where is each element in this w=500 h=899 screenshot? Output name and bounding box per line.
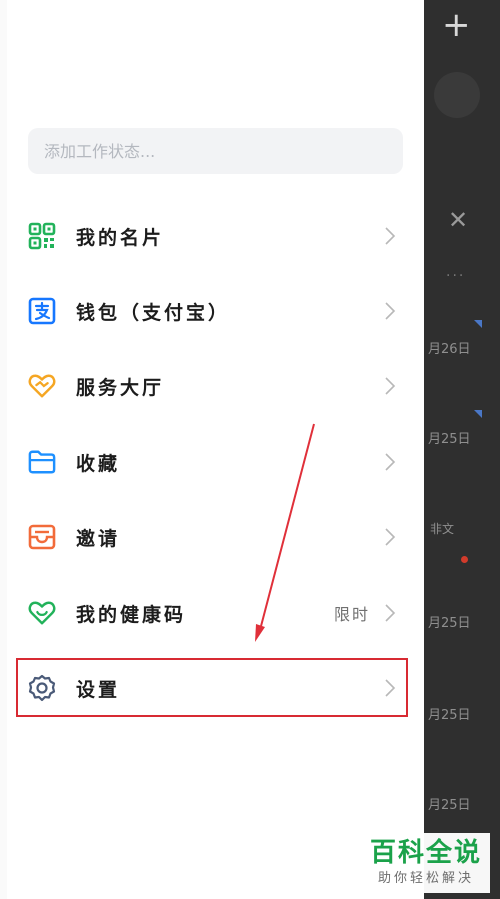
- menu-label: 钱包（支付宝）: [76, 301, 231, 324]
- watermark-title: 百科全说: [369, 838, 482, 868]
- qr-code-icon: [28, 222, 56, 250]
- menu-item-service-hall[interactable]: 服务大厅: [18, 358, 408, 414]
- background-search-pill: [434, 72, 480, 118]
- chevron-right-icon: [385, 377, 396, 395]
- background-date: 月25日: [428, 616, 471, 631]
- unread-dot-icon: [461, 556, 468, 563]
- work-status-input[interactable]: [28, 128, 403, 174]
- background-date: 月25日: [428, 432, 471, 447]
- health-heart-icon: [28, 599, 56, 627]
- menu-label: 邀请: [76, 527, 121, 550]
- menu-item-health-code[interactable]: 我的健康码 限时: [18, 585, 408, 641]
- chevron-right-icon: [385, 302, 396, 320]
- menu-item-favorites[interactable]: 收藏: [18, 434, 408, 490]
- menu-item-business-card[interactable]: 我的名片: [18, 208, 408, 264]
- site-watermark: 百科全说 助你轻松解决: [362, 833, 490, 893]
- chevron-right-icon: [385, 528, 396, 546]
- settings-highlight-box: [16, 658, 408, 717]
- corner-marker-icon: [474, 320, 482, 328]
- corner-marker-icon: [474, 410, 482, 418]
- inbox-icon: [28, 523, 56, 551]
- chevron-right-icon: [385, 604, 396, 622]
- chevron-right-icon: [385, 453, 396, 471]
- menu-label: 服务大厅: [76, 376, 165, 399]
- chevron-right-icon: [385, 227, 396, 245]
- menu-item-invite[interactable]: 邀请: [18, 509, 408, 565]
- side-drawer: 我的名片 钱包（支付宝） 服务大厅: [0, 0, 424, 899]
- menu-label: 收藏: [76, 452, 121, 475]
- menu-label: 我的健康码: [76, 603, 187, 626]
- more-dots-icon: ···: [446, 268, 466, 284]
- menu-label: 我的名片: [76, 226, 165, 249]
- menu-item-wallet-alipay[interactable]: 钱包（支付宝）: [18, 283, 408, 339]
- folder-icon: [28, 448, 56, 476]
- watermark-subtitle: 助你轻松解决: [377, 871, 474, 886]
- background-note: 非文: [430, 522, 455, 536]
- background-app-dimmed: + ✕ ··· 月26日 月25日 非文 月25日 月25日 月25日: [424, 0, 500, 899]
- limited-time-badge: 限时: [333, 605, 370, 624]
- background-date: 月25日: [428, 798, 471, 813]
- background-date: 月26日: [428, 342, 471, 357]
- background-date: 月25日: [428, 708, 471, 723]
- close-icon: ✕: [448, 206, 469, 234]
- alipay-icon: [28, 297, 56, 325]
- heart-service-icon: [28, 372, 56, 400]
- add-icon: +: [442, 5, 471, 45]
